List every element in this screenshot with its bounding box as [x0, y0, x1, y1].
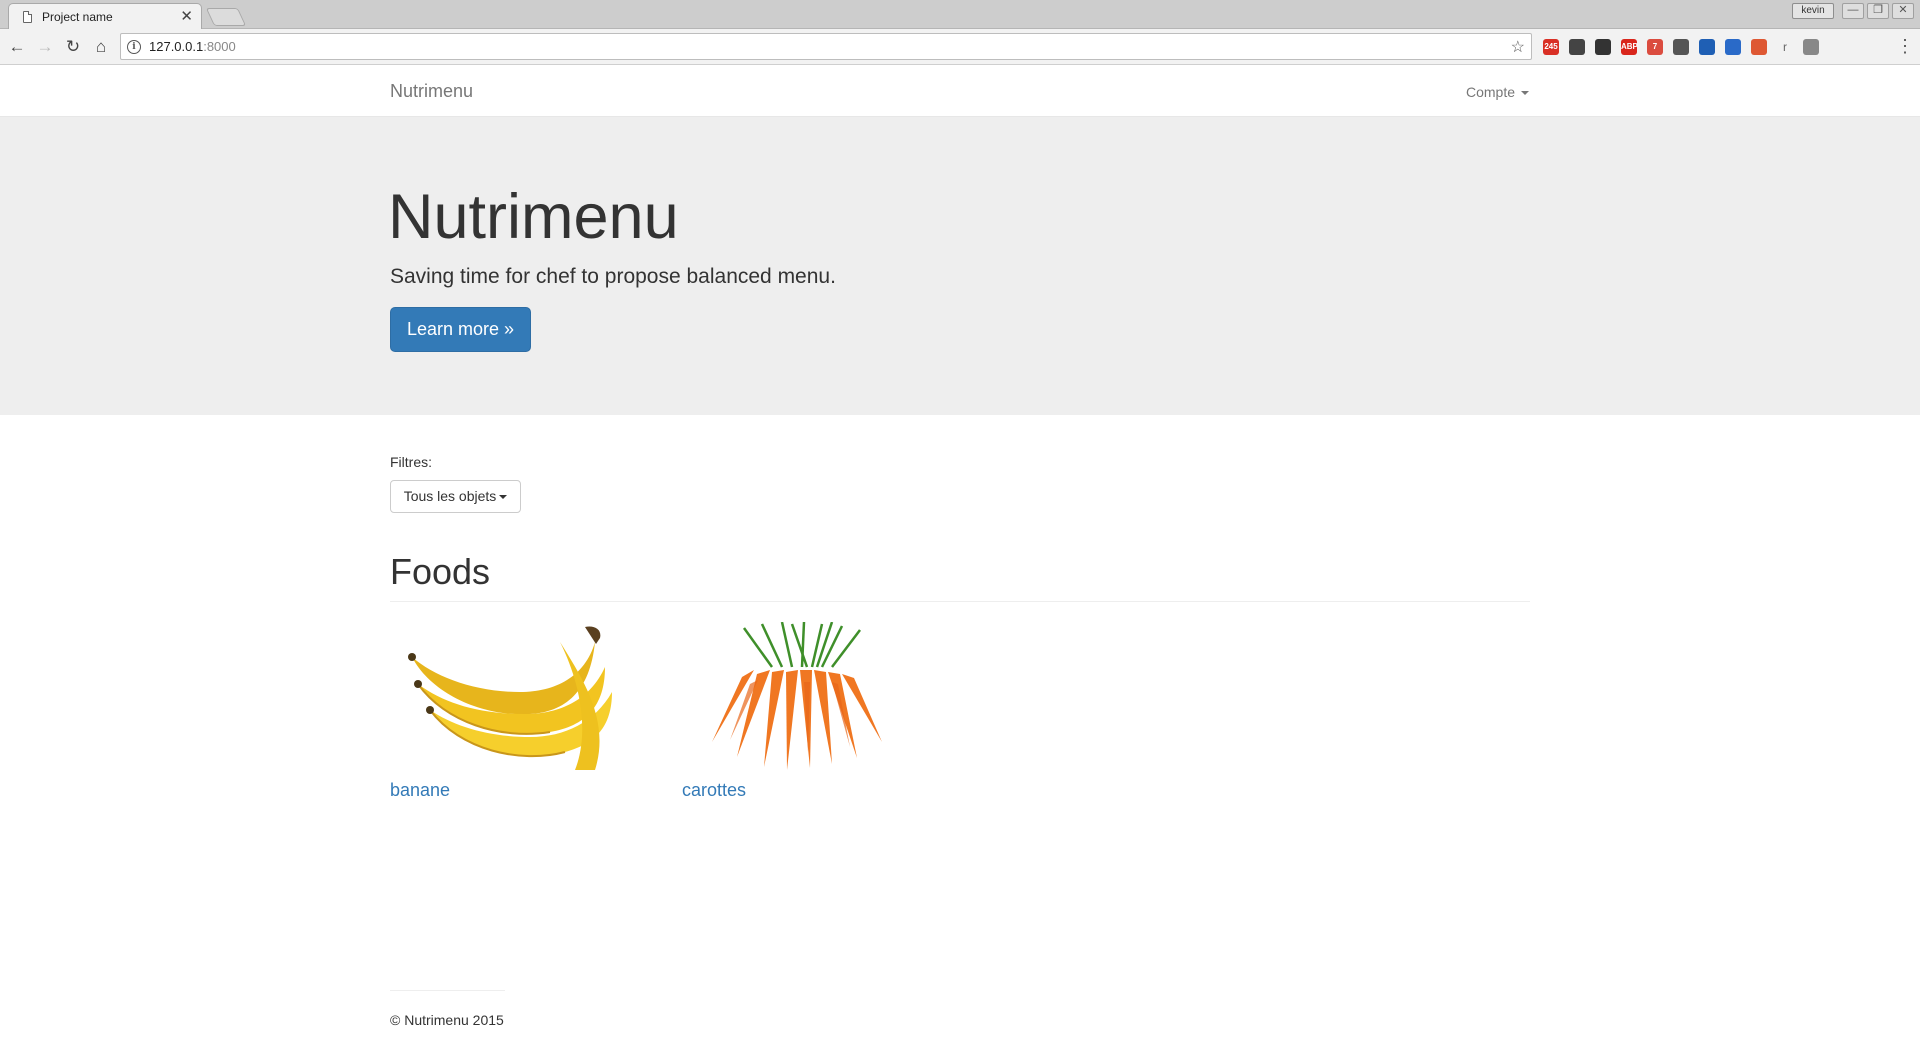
caret-down-icon	[499, 495, 508, 500]
clock-icon[interactable]	[1725, 39, 1741, 55]
url-host: 127.0.0.1	[149, 39, 204, 54]
account-dropdown[interactable]: Compte	[1466, 84, 1530, 100]
todoist-icon[interactable]: 7	[1647, 39, 1663, 55]
home-icon[interactable]: ⌂	[90, 36, 112, 58]
food-link-carottes[interactable]: carottes	[682, 780, 746, 801]
browser-tabstrip: Project name ✕ kevin — ❐ ✕	[0, 0, 1920, 29]
profile-badge[interactable]: kevin	[1792, 3, 1834, 19]
info-icon[interactable]: i	[127, 39, 141, 54]
bookmark-star-icon[interactable]: ☆	[1511, 37, 1525, 57]
hero-lead: Saving time for chef to propose balanced…	[390, 265, 836, 288]
close-window-button[interactable]: ✕	[1892, 3, 1914, 19]
gmail-icon[interactable]: 245	[1543, 39, 1559, 55]
adblock-plus-icon[interactable]: ABP	[1621, 39, 1638, 55]
carrots-image[interactable]	[682, 622, 922, 772]
evernote-icon[interactable]	[1595, 39, 1611, 55]
minimize-button[interactable]: —	[1842, 3, 1864, 19]
navbar-brand[interactable]: Nutrimenu	[390, 81, 473, 102]
divider	[390, 601, 1530, 602]
footer-copyright: © Nutrimenu 2015	[390, 1012, 504, 1028]
browser-menu-icon[interactable]: ⋮	[1896, 37, 1914, 55]
restore-button[interactable]: ❐	[1867, 3, 1889, 19]
account-label: Compte	[1466, 84, 1516, 100]
duckduckgo-icon[interactable]	[1751, 39, 1767, 55]
r-icon[interactable]: r	[1777, 39, 1793, 55]
hero-title: Nutrimenu	[388, 182, 679, 252]
forward-icon[interactable]: →	[34, 36, 56, 58]
banana-image[interactable]	[390, 622, 630, 772]
footer-divider	[390, 990, 505, 991]
tab-close-icon[interactable]: ✕	[180, 9, 193, 24]
filter-dropdown[interactable]: Tous les objets	[390, 480, 521, 513]
filter-selected: Tous les objets	[403, 488, 497, 504]
upload-icon[interactable]	[1673, 39, 1689, 55]
browser-tab[interactable]: Project name ✕	[8, 3, 202, 29]
filters-label: Filtres:	[390, 454, 432, 470]
browser-toolbar: ← → ↻ ⌂ i 127.0.0.1:8000 ☆ 245 ABP 7 r ⋮	[0, 29, 1920, 65]
page-icon	[23, 10, 32, 23]
back-icon[interactable]: ←	[6, 36, 28, 58]
address-bar[interactable]: i 127.0.0.1:8000 ☆	[120, 33, 1532, 60]
foods-heading: Foods	[390, 551, 491, 592]
new-tab-button[interactable]	[205, 8, 247, 26]
pocket-icon[interactable]	[1569, 39, 1585, 55]
url-port: :8000	[203, 39, 236, 54]
food-link-banane[interactable]: banane	[390, 780, 450, 801]
hero-jumbotron: Nutrimenu Saving time for chef to propos…	[0, 117, 1920, 415]
site-navbar: Nutrimenu Compte	[0, 65, 1920, 117]
flag-icon[interactable]	[1699, 39, 1715, 55]
settings-extension-icon[interactable]	[1803, 39, 1819, 55]
reload-icon[interactable]: ↻	[62, 36, 84, 58]
learn-more-button[interactable]: Learn more »	[390, 307, 531, 352]
caret-down-icon	[1521, 91, 1530, 96]
tab-title: Project name	[42, 9, 113, 24]
